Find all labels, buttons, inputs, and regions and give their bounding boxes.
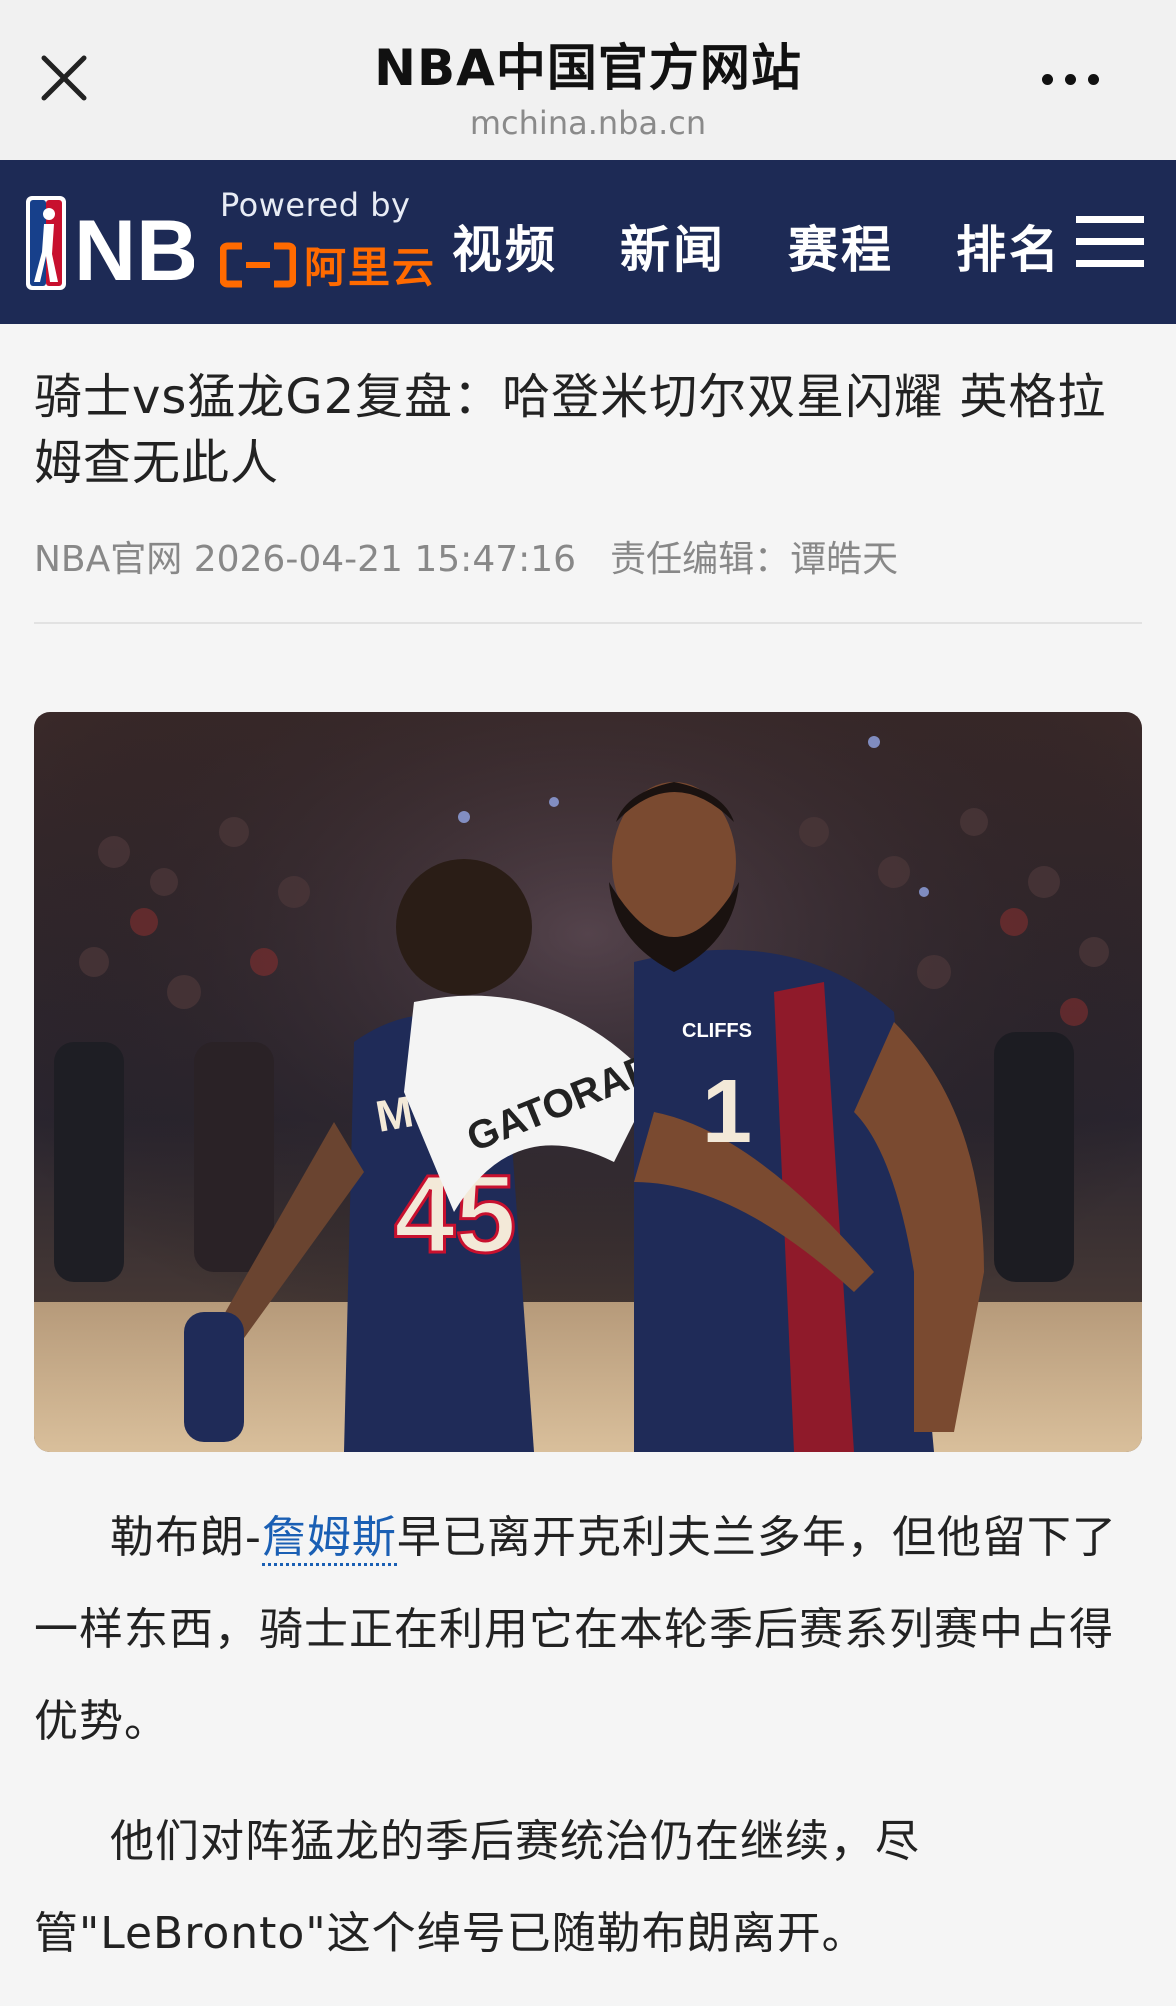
nav-item-schedule[interactable]: 赛程 (788, 210, 894, 282)
article: 骑士vs猛龙G2复盘：哈登米切尔双星闪耀 英格拉姆查无此人 NBA官网 2026… (34, 324, 1142, 1959)
nav-item-news[interactable]: 新闻 (620, 210, 726, 282)
player-link-james[interactable]: 詹姆斯 (261, 1512, 397, 1566)
svg-text:NBA: NBA (74, 203, 194, 292)
svg-text:1: 1 (702, 1062, 752, 1162)
article-datetime: 2026-04-21 15:47:16 (193, 539, 577, 580)
article-paragraph-2: 他们对阵猛龙的季后赛统治仍在继续，尽管"LeBronto"这个绰号已随勒布朗离开… (34, 1796, 1144, 1980)
site-nav-bar: NBA Powered by 阿里云 视频 新闻 赛程 排名 (0, 160, 1176, 324)
divider (34, 622, 1142, 624)
article-hero-image[interactable]: 45 MITC GATORADE CLIFFS 1 (34, 712, 1142, 1452)
more-icon[interactable] (1036, 62, 1116, 98)
paragraph-1-prefix: 勒布朗- (110, 1512, 262, 1563)
page-title: NBA中国官方网站 (374, 39, 802, 97)
aliyun-logo: 阿里云 (220, 234, 436, 295)
article-source-and-time: NBA官网 2026-04-21 15:47:16 (34, 530, 576, 582)
nav-item-standings[interactable]: 排名 (956, 210, 1062, 282)
nba-logo-icon[interactable]: NBA (24, 194, 260, 299)
powered-by-label: Powered by (220, 186, 411, 224)
aliyun-logo-icon (220, 242, 296, 287)
page-url: mchina.nba.cn (469, 104, 707, 142)
powered-by-block: Powered by 阿里云 (220, 186, 436, 295)
article-editor: 责任编辑：谭皓天 (610, 539, 899, 580)
article-paragraph-1: 勒布朗-詹姆斯早已离开克利夫兰多年，但他留下了一样东西，骑士正在利用它在本轮季后… (34, 1492, 1144, 1768)
article-title: 骑士vs猛龙G2复盘：哈登米切尔双星闪耀 英格拉姆查无此人 (34, 369, 1107, 491)
svg-text:CLIFFS: CLIFFS (682, 1020, 752, 1042)
article-meta: NBA官网 2026-04-21 15:47:16 责任编辑：谭皓天 (34, 530, 1142, 582)
aliyun-label: 阿里云 (304, 243, 437, 292)
article-source: NBA官网 (34, 539, 183, 580)
nav-item-video[interactable]: 视频 (452, 210, 558, 282)
menu-icon[interactable] (1076, 216, 1144, 268)
paragraph-2-text: 他们对阵猛龙的季后赛统治仍在继续，尽管"LeBronto"这个绰号已随勒布朗离开… (34, 1816, 920, 1959)
browser-top-bar: NBA中国官方网站 mchina.nba.cn (0, 0, 1176, 160)
nav-menu: 视频 新闻 赛程 排名 (452, 210, 1062, 282)
